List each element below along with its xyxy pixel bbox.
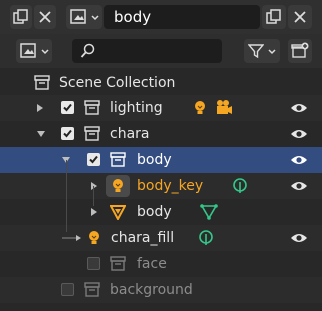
exclude-checkbox[interactable] xyxy=(87,153,100,166)
duplicate-view-layer-button[interactable] xyxy=(262,5,286,29)
row-label: background xyxy=(110,282,193,298)
tree-guide-line xyxy=(66,160,67,232)
chevron-down-icon xyxy=(268,49,276,55)
display-mode-dropdown[interactable] xyxy=(16,39,52,63)
expand-arrow-icon[interactable] xyxy=(37,104,43,112)
collection-icon xyxy=(110,256,126,271)
row-label: chara_fill xyxy=(111,230,175,246)
view-layer-name: body xyxy=(114,8,152,26)
light-icon[interactable] xyxy=(192,100,208,116)
close-icon xyxy=(294,11,306,23)
tree-row-chara-fill[interactable]: chara_fill xyxy=(0,225,322,251)
mesh-icon[interactable] xyxy=(110,204,126,220)
mesh-data-icon[interactable] xyxy=(200,204,218,220)
visibility-eye-icon[interactable] xyxy=(290,180,308,192)
search-icon xyxy=(80,43,95,58)
view-layer-name-field[interactable]: body xyxy=(104,5,260,29)
camera-icon[interactable] xyxy=(214,99,234,117)
visibility-eye-icon[interactable] xyxy=(290,102,308,114)
tree-connector-icon xyxy=(62,235,81,241)
light-icon[interactable] xyxy=(86,230,102,246)
row-label: lighting xyxy=(110,100,163,116)
exclude-checkbox[interactable] xyxy=(87,257,100,270)
object-constraint-icon[interactable] xyxy=(232,178,248,194)
tree-row-chara[interactable]: chara xyxy=(0,121,322,147)
collection-icon xyxy=(84,282,100,297)
search-input[interactable] xyxy=(72,39,222,63)
outliner-tree: Scene Collection lighting chara body bod… xyxy=(0,68,322,311)
visibility-eye-icon[interactable] xyxy=(290,232,308,244)
editor-type-dropdown[interactable] xyxy=(66,5,102,29)
exclude-checkbox[interactable] xyxy=(61,283,74,296)
tree-row-face[interactable]: face xyxy=(0,251,322,277)
editor-type-icon xyxy=(70,9,86,24)
outliner-header: body xyxy=(0,0,322,34)
copy-icon xyxy=(266,9,281,24)
collection-icon xyxy=(110,152,126,167)
chevron-down-icon xyxy=(91,15,99,21)
tree-row-body-key[interactable]: body_key xyxy=(0,173,322,199)
collection-icon xyxy=(84,100,100,115)
new-collection-icon xyxy=(291,42,309,58)
close-icon xyxy=(39,11,51,23)
visibility-eye-icon[interactable] xyxy=(290,128,308,140)
row-label: body_key xyxy=(137,178,204,194)
display-mode-icon xyxy=(20,43,36,58)
scene-collection-label: Scene Collection xyxy=(59,75,176,91)
expand-arrow-icon[interactable] xyxy=(91,182,97,190)
row-label: face xyxy=(137,256,167,272)
chevron-down-icon xyxy=(41,49,49,55)
exclude-checkbox[interactable] xyxy=(61,127,74,140)
tree-row-body-collection[interactable]: body xyxy=(0,147,322,173)
exclude-checkbox[interactable] xyxy=(61,101,74,114)
object-constraint-icon[interactable] xyxy=(198,230,214,246)
close-button[interactable] xyxy=(34,5,56,29)
remove-view-layer-button[interactable] xyxy=(288,5,312,29)
collection-icon xyxy=(84,126,100,141)
tree-guide-line xyxy=(93,186,94,206)
row-label: body xyxy=(137,152,172,168)
tree-row-body-mesh[interactable]: body xyxy=(0,199,322,225)
filter-dropdown[interactable] xyxy=(244,39,280,63)
filter-bar xyxy=(0,34,322,68)
copy-button[interactable] xyxy=(10,5,32,29)
tree-row-background[interactable]: background xyxy=(0,277,322,303)
new-collection-button[interactable] xyxy=(288,39,312,63)
tree-row-scene-collection[interactable]: Scene Collection xyxy=(0,70,322,96)
tree-row-lighting[interactable]: lighting xyxy=(0,95,322,121)
collapse-arrow-icon[interactable] xyxy=(37,131,45,137)
collection-icon xyxy=(34,75,50,90)
row-label: chara xyxy=(110,126,150,142)
copy-icon xyxy=(13,9,28,24)
visibility-eye-icon[interactable] xyxy=(290,154,308,166)
filter-icon xyxy=(248,44,264,59)
row-label: body xyxy=(137,204,172,220)
expand-arrow-icon[interactable] xyxy=(91,208,97,216)
light-icon[interactable] xyxy=(110,178,126,194)
